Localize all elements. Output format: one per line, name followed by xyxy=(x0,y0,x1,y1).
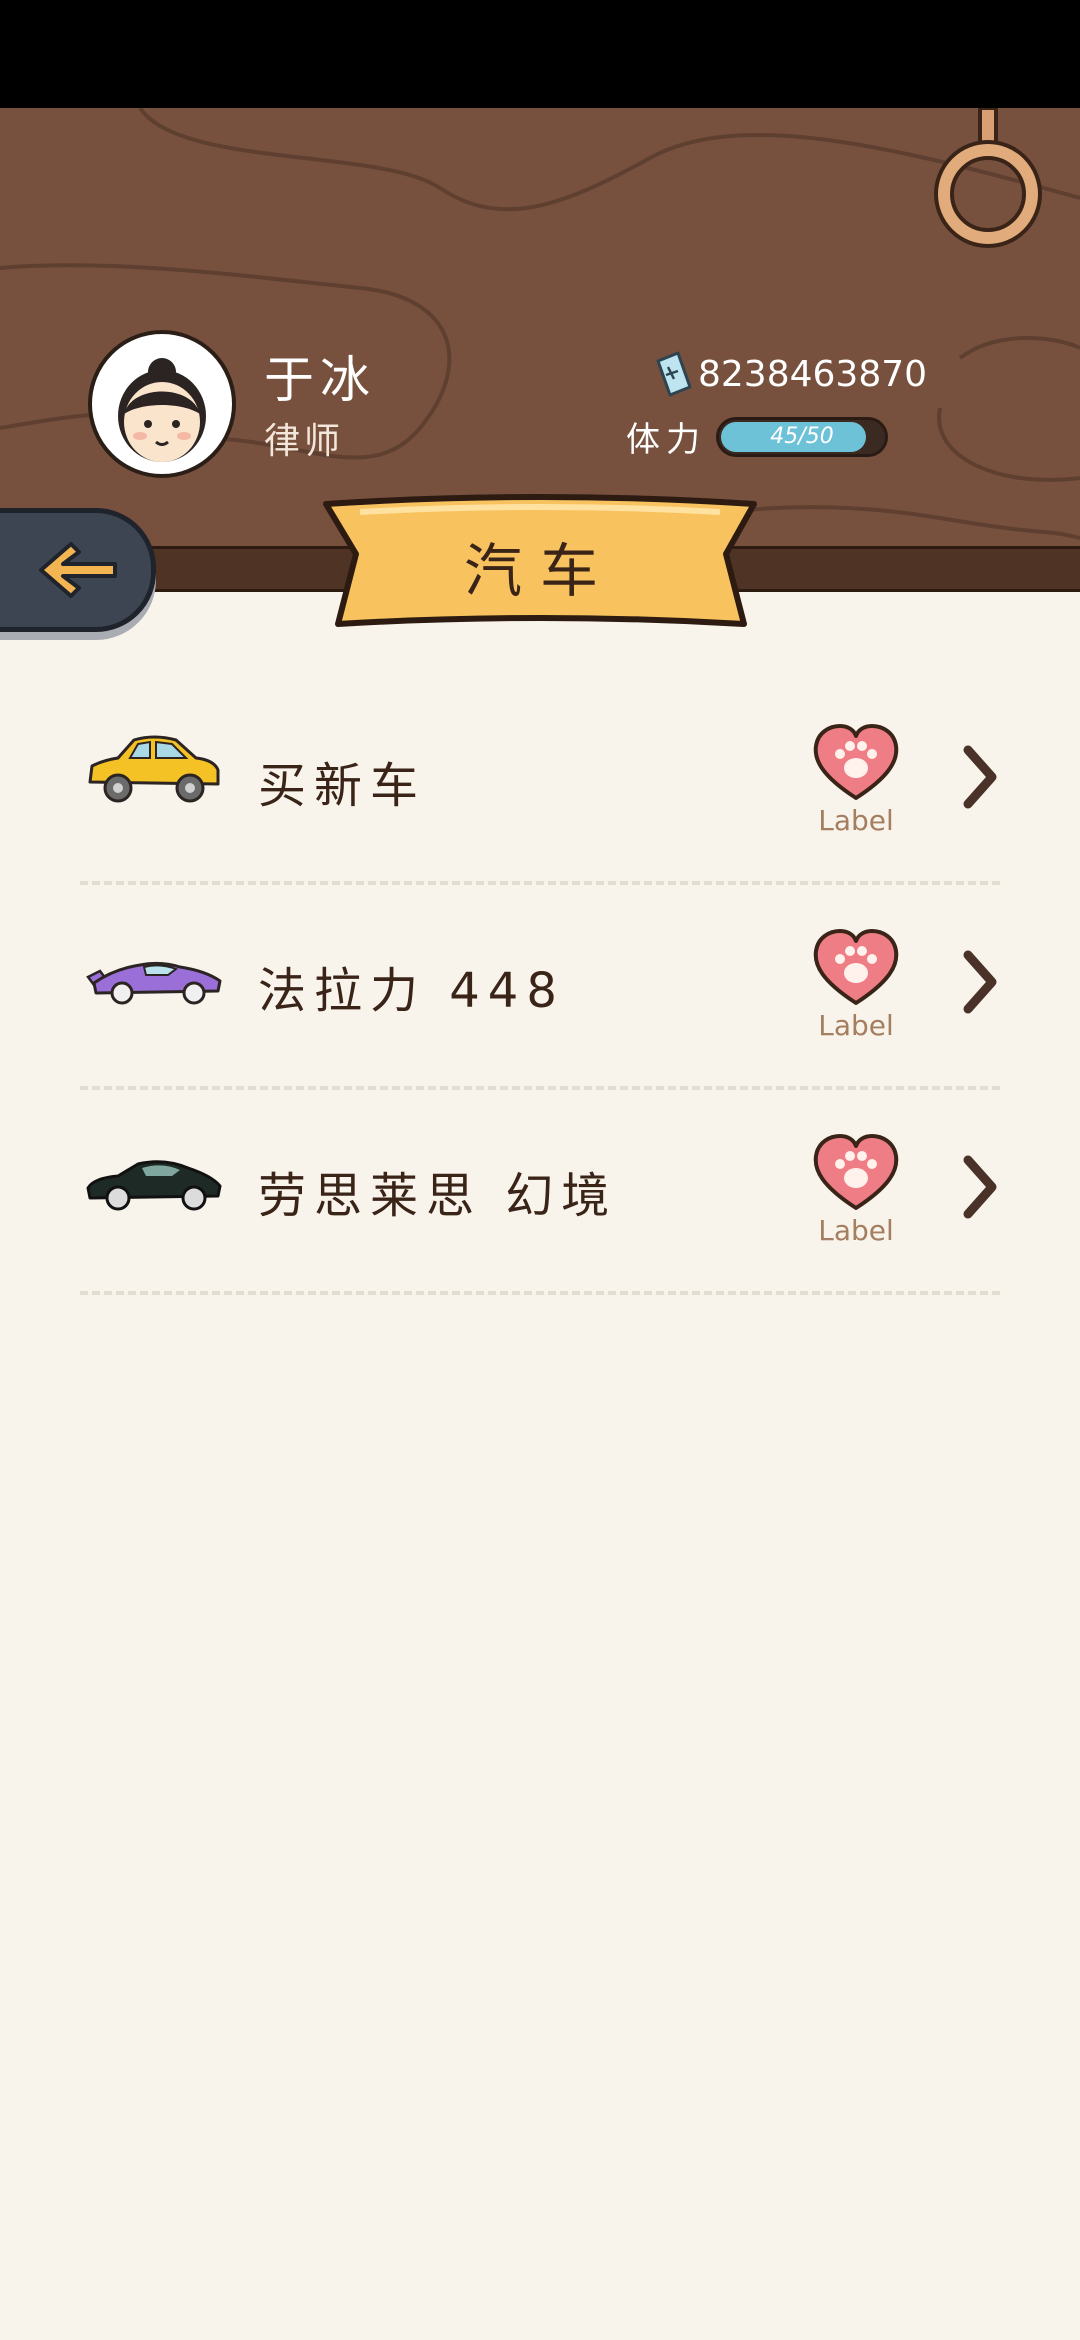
item-name: 劳思莱思 幻境 xyxy=(258,1168,618,1224)
favorite-button[interactable]: Label xyxy=(806,724,906,844)
paw-heart-icon xyxy=(813,1134,899,1210)
ring-icon[interactable] xyxy=(932,108,1044,248)
stamina-bar: 45/50 xyxy=(716,416,888,457)
chevron-right-icon[interactable] xyxy=(960,742,1000,812)
paw-heart-icon xyxy=(813,929,899,1005)
avatar-face-icon xyxy=(118,358,206,462)
favorite-label: Label xyxy=(818,1214,894,1247)
status-bar xyxy=(0,0,1080,108)
list-item[interactable]: 买新车 Label xyxy=(80,680,1000,885)
chevron-right-icon[interactable] xyxy=(960,947,1000,1017)
paw-heart-icon xyxy=(813,724,899,800)
page-title-banner: 汽车 xyxy=(320,494,760,640)
back-button[interactable] xyxy=(0,508,156,632)
yellow-car-icon xyxy=(88,735,220,803)
stamina-display: 体力 45/50 xyxy=(626,412,888,461)
money-icon xyxy=(656,351,692,397)
car-list: 买新车 Label 法拉力 448 Label 劳思莱思 幻境 Label xyxy=(80,680,1000,1295)
purple-sports-car-icon xyxy=(86,961,222,1005)
avatar[interactable] xyxy=(88,330,236,478)
black-classic-car-icon xyxy=(86,1160,222,1211)
item-name: 法拉力 448 xyxy=(258,963,565,1019)
chevron-right-icon[interactable] xyxy=(960,1152,1000,1222)
favorite-button[interactable]: Label xyxy=(806,1134,906,1254)
money-display: 8238463870 xyxy=(652,348,927,400)
user-occupation: 律师 xyxy=(264,421,345,462)
user-name: 于冰 xyxy=(264,351,376,409)
list-item[interactable]: 法拉力 448 Label xyxy=(80,885,1000,1090)
item-name: 买新车 xyxy=(258,758,427,814)
page-title: 汽车 xyxy=(463,537,616,605)
favorite-label: Label xyxy=(818,804,894,837)
favorite-button[interactable]: Label xyxy=(806,929,906,1049)
money-value: 8238463870 xyxy=(698,353,928,395)
list-item[interactable]: 劳思莱思 幻境 Label xyxy=(80,1090,1000,1295)
stamina-value: 45/50 xyxy=(770,424,834,449)
stamina-label: 体力 xyxy=(626,420,706,460)
favorite-label: Label xyxy=(818,1009,894,1042)
arrow-left-icon xyxy=(39,542,117,598)
